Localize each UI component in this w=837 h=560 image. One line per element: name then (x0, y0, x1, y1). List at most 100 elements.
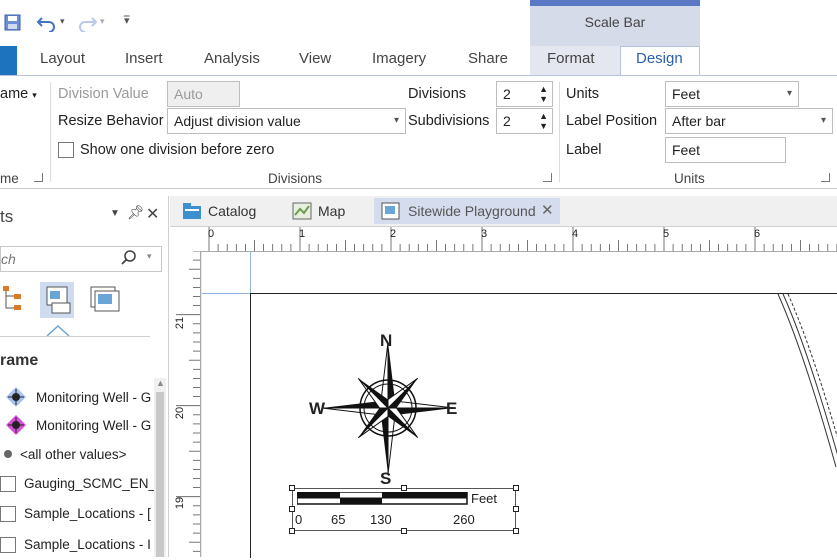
save-icon[interactable] (2, 12, 24, 37)
dialog-launcher-icon[interactable] (543, 173, 552, 182)
spin-arrows-icon[interactable]: ▲ ▼ (539, 84, 548, 104)
ruler-label: 0 (208, 228, 215, 240)
show-one-division-label: Show one division before zero (80, 142, 275, 158)
customize-icon[interactable]: ▾̅ (124, 14, 130, 27)
pane-title: ts (0, 207, 14, 226)
label-label: Label (566, 142, 602, 158)
divisions-stepper[interactable]: 2 ▲ ▼ (496, 81, 553, 107)
tab-format[interactable]: Format (547, 50, 595, 67)
label-text-field[interactable]: Feet (665, 137, 786, 163)
search-icon[interactable] (121, 249, 137, 270)
subdivisions-stepper[interactable]: 2 ▲ ▼ (496, 108, 553, 134)
vertical-ruler[interactable]: 21 20 19 (174, 250, 201, 560)
search-dropdown-icon[interactable]: ▾ (147, 251, 152, 262)
compass-s: S (380, 469, 392, 488)
compass-w: W (309, 399, 326, 418)
pin-icon[interactable]: 📌︎ (127, 204, 145, 221)
frame-dropdown[interactable]: ame ▾ (0, 86, 37, 102)
divisions-value: 2 (503, 86, 511, 102)
tab-view[interactable]: View (299, 50, 331, 67)
scale-bar-label: 260 (453, 512, 475, 527)
well-symbol-magenta-icon (6, 415, 26, 438)
units-label: Units (566, 86, 600, 102)
compass-e: E (446, 399, 458, 418)
group-label-units: Units (674, 171, 705, 186)
list-item[interactable]: Gauging_SCMC_EN_ (24, 476, 156, 491)
ruler-label: 5 (663, 228, 670, 240)
undo-icon[interactable] (36, 12, 58, 37)
undo-dropdown-icon[interactable]: ▾ (60, 16, 65, 27)
dialog-launcher-icon[interactable] (821, 173, 830, 182)
label-position-select[interactable]: After bar (665, 108, 833, 134)
search-input[interactable]: ch ▾ (0, 246, 162, 272)
guide-line (202, 293, 250, 294)
contextual-label: Scale Bar (584, 14, 646, 30)
list-by-source-icon[interactable] (40, 282, 74, 318)
ruler-label: 3 (481, 228, 488, 240)
tab-analysis[interactable]: Analysis (204, 50, 260, 67)
label-position-label: Label Position (566, 113, 658, 129)
layer-checkbox[interactable] (0, 476, 16, 492)
contextual-stripe (530, 0, 700, 6)
list-item[interactable]: <all other values> (20, 447, 127, 462)
scale-bar-unit: Feet (471, 491, 498, 506)
resize-handle[interactable] (289, 528, 295, 534)
tab-insert[interactable]: Insert (125, 50, 163, 67)
layer-checkbox[interactable] (0, 506, 16, 522)
ruler-corner (176, 227, 203, 252)
tab-label: Catalog (208, 203, 257, 219)
pane-menu-icon[interactable]: ▼ (110, 208, 120, 219)
list-by-selection-icon[interactable] (88, 282, 122, 318)
scale-bar-graphic (297, 492, 468, 505)
tab-share[interactable]: Share (468, 50, 508, 67)
units-select[interactable]: Feet (665, 81, 799, 107)
resize-handle[interactable] (289, 485, 295, 491)
compass-rose-icon (321, 341, 455, 475)
layer-checkbox[interactable] (0, 537, 16, 553)
list-item[interactable]: Monitoring Well - G (36, 390, 151, 405)
dialog-launcher-icon[interactable] (34, 173, 43, 182)
list-item[interactable]: Monitoring Well - G (36, 418, 151, 433)
well-symbol-blue-icon (6, 387, 26, 410)
list-item[interactable]: Sample_Locations - I (24, 537, 151, 552)
horizontal-ruler[interactable]: 0 1 2 3 4 5 6 (202, 227, 837, 252)
subdivisions-value: 2 (503, 113, 511, 129)
close-icon[interactable]: ✕ (146, 204, 159, 224)
ruler-label: 2 (390, 228, 397, 240)
resize-handle[interactable] (401, 528, 407, 534)
file-tab[interactable] (0, 46, 17, 75)
resize-handle[interactable] (289, 506, 295, 512)
list-by-drawing-order-icon[interactable] (0, 282, 34, 318)
close-tab-icon[interactable]: ✕ (541, 198, 554, 224)
map-frame-header[interactable]: rame (0, 352, 38, 370)
redo-icon[interactable] (76, 12, 98, 35)
list-item[interactable]: Sample_Locations - [ (24, 506, 151, 521)
show-one-division-checkbox[interactable] (58, 142, 74, 158)
scroll-up-icon[interactable]: ▲ (156, 378, 165, 388)
resize-handle[interactable] (401, 485, 407, 491)
ruler-label: 6 (754, 228, 761, 240)
resize-handle[interactable] (513, 506, 519, 512)
resize-behavior-select[interactable]: Adjust division value (167, 108, 406, 134)
spin-arrows-icon[interactable]: ▲ ▼ (539, 111, 548, 131)
resize-handle[interactable] (513, 485, 519, 491)
scroll-thumb[interactable] (156, 392, 164, 557)
redo-dropdown-icon[interactable]: ▾ (100, 16, 105, 27)
tab-sitewide-playground[interactable]: Sitewide Playground ✕ (374, 198, 560, 224)
tab-label: Sitewide Playground (408, 203, 536, 219)
tab-layout[interactable]: Layout (40, 50, 85, 67)
map-icon (292, 202, 312, 228)
tab-design[interactable]: Design (636, 50, 683, 67)
pane-scrollbar[interactable]: ▲ (154, 378, 166, 557)
catalog-icon (182, 202, 202, 228)
north-arrow[interactable]: N S E W (306, 330, 466, 490)
division-value-field[interactable]: Auto (167, 81, 240, 107)
vertical-ruler-ticks (176, 250, 200, 560)
scale-bar[interactable]: Feet 0 65 130 260 (292, 488, 516, 531)
ruler-label: 4 (572, 228, 579, 240)
layout-icon (381, 202, 401, 228)
scale-bar-label: 0 (295, 512, 303, 527)
resize-handle[interactable] (513, 528, 519, 534)
horizontal-ruler-ticks (208, 227, 837, 251)
tab-imagery[interactable]: Imagery (372, 50, 426, 67)
